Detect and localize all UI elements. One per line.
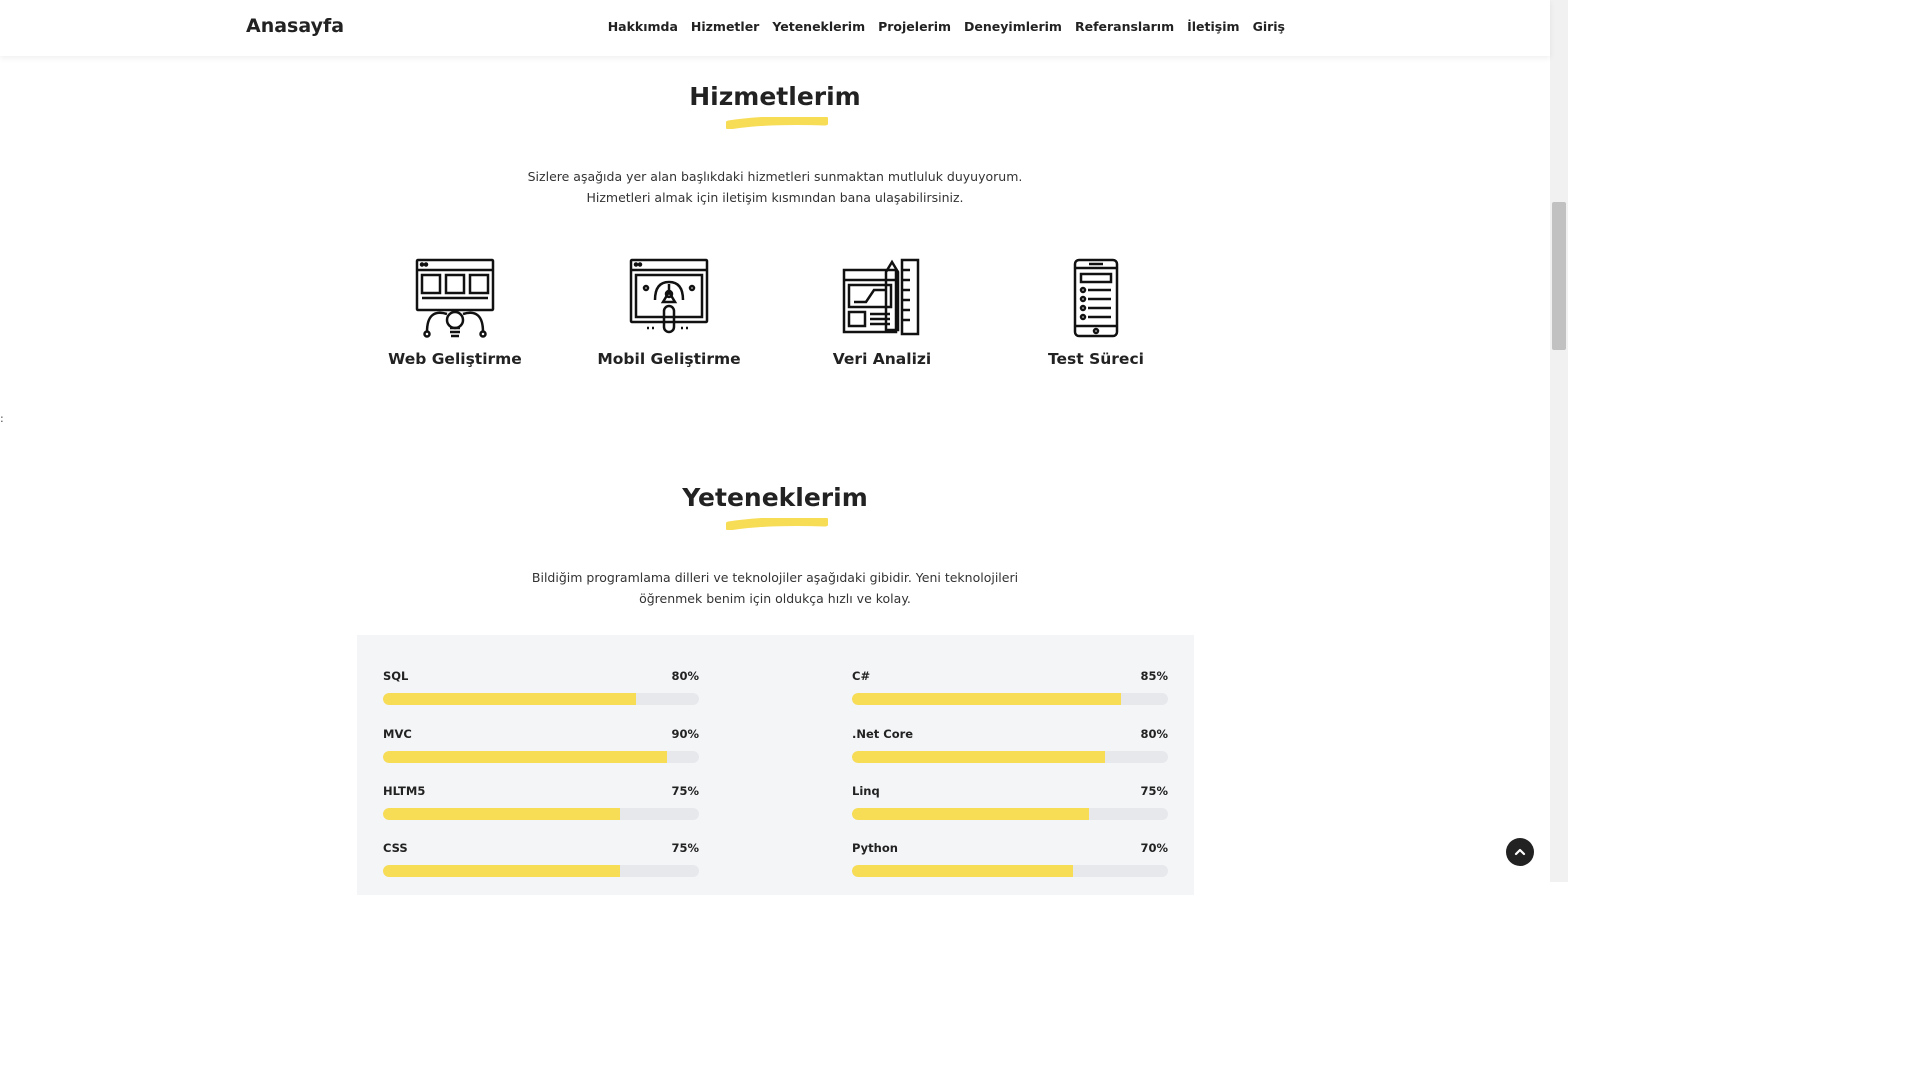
skill-progress-fill xyxy=(852,865,1074,877)
skill-progress-fill xyxy=(383,751,668,763)
test-process-icon xyxy=(1073,258,1119,338)
skill-html5: HLTM5 75% xyxy=(383,784,699,820)
nav-link-hizmetler[interactable]: Hizmetler xyxy=(691,19,759,34)
skill-name: HLTM5 xyxy=(383,784,426,798)
skills-title: Yeteneklerim xyxy=(682,483,868,512)
skill-name: CSS xyxy=(383,841,408,855)
skill-percent: 75% xyxy=(671,784,699,798)
skill-python: Python 70% xyxy=(852,841,1168,877)
chevron-up-icon xyxy=(1514,848,1526,856)
services-desc-line1: Sizlere aşağıda yer alan başlıkdaki hizm… xyxy=(527,169,1023,184)
skill-progress-track xyxy=(852,865,1168,877)
service-label-mobile: Mobil Geliştirme xyxy=(597,350,741,368)
skill-percent: 80% xyxy=(1140,727,1168,741)
service-label-test: Test Süreci xyxy=(1048,350,1144,368)
skill-name: C# xyxy=(852,669,871,683)
skills-desc-line1: Bildiğim programlama dilleri ve teknoloj… xyxy=(531,570,1019,585)
scrollbar-thumb[interactable] xyxy=(1552,202,1566,350)
skill-percent: 75% xyxy=(1140,784,1168,798)
skill-progress-track xyxy=(383,693,699,705)
service-test-process: Test Süreci xyxy=(1001,258,1191,368)
skill-linq: Linq 75% xyxy=(852,784,1168,820)
service-label-data: Veri Analizi xyxy=(832,350,932,368)
skill-progress-fill xyxy=(852,751,1105,763)
nav-links: Hakkımda Hizmetler Yeteneklerim Projeler… xyxy=(608,19,1285,34)
service-web-development: Web Geliştirme xyxy=(360,258,550,368)
skill-sql: SQL 80% xyxy=(383,669,699,705)
services-description: Sizlere aşağıda yer alan başlıkdaki hizm… xyxy=(0,166,1550,208)
skill-name: SQL xyxy=(383,669,409,683)
navbar: Anasayfa Hakkımda Hizmetler Yeteneklerim… xyxy=(0,0,1550,56)
skill-name: MVC xyxy=(383,727,412,741)
data-analysis-icon xyxy=(842,258,920,336)
back-to-top-button[interactable] xyxy=(1506,838,1534,866)
skill-csharp: C# 85% xyxy=(852,669,1168,705)
web-development-icon xyxy=(415,258,495,338)
nav-link-projelerim[interactable]: Projelerim xyxy=(878,19,951,34)
skills-description: Bildiğim programlama dilleri ve teknoloj… xyxy=(0,567,1550,609)
skill-percent: 90% xyxy=(671,727,699,741)
skill-name: Linq xyxy=(852,784,880,798)
nav-link-iletisim[interactable]: İletişim xyxy=(1187,19,1239,34)
skill-progress-fill xyxy=(852,808,1089,820)
brand-link[interactable]: Anasayfa xyxy=(246,15,344,37)
skill-progress-fill xyxy=(383,693,636,705)
skill-progress-track xyxy=(383,751,699,763)
nav-link-yeteneklerim[interactable]: Yeteneklerim xyxy=(772,19,865,34)
skills-title-underline xyxy=(726,518,828,530)
skill-mvc: MVC 90% xyxy=(383,727,699,763)
skill-progress-fill xyxy=(383,808,620,820)
skill-percent: 80% xyxy=(671,669,699,683)
skill-progress-track xyxy=(852,751,1168,763)
service-mobile-development: Mobil Geliştirme xyxy=(574,258,764,368)
page-scrollbar[interactable] xyxy=(1550,0,1568,882)
nav-link-referanslarim[interactable]: Referanslarım xyxy=(1075,19,1174,34)
skill-progress-fill xyxy=(383,865,620,877)
skill-netcore: .Net Core 80% xyxy=(852,727,1168,763)
skill-progress-track xyxy=(852,693,1168,705)
skills-desc-line2: öğrenmek benim için oldukça hızlı ve kol… xyxy=(639,591,911,606)
skill-percent: 75% xyxy=(671,841,699,855)
skill-progress-track xyxy=(852,808,1168,820)
services-desc-line2: Hizmetleri almak için iletişim kısmından… xyxy=(586,190,964,205)
nav-link-giris[interactable]: Giriş xyxy=(1253,19,1285,34)
mobile-development-icon xyxy=(629,258,709,334)
skill-css: CSS 75% xyxy=(383,841,699,877)
skill-name: Python xyxy=(852,841,898,855)
services-title: Hizmetlerim xyxy=(689,82,861,111)
services-title-underline xyxy=(726,117,828,129)
skill-name: .Net Core xyxy=(852,727,914,741)
skills-panel: SQL 80% C# 85% MVC 90% .Net Core 80% HLTM5 75… xyxy=(357,635,1194,895)
skill-progress-track xyxy=(383,808,699,820)
nav-link-hakkimda[interactable]: Hakkımda xyxy=(608,19,678,34)
skill-percent: 70% xyxy=(1140,841,1168,855)
stray-text: : xyxy=(0,412,4,425)
nav-link-deneyimlerim[interactable]: Deneyimlerim xyxy=(964,19,1062,34)
service-data-analysis: Veri Analizi xyxy=(787,258,977,368)
skill-progress-fill xyxy=(852,693,1121,705)
skill-percent: 85% xyxy=(1140,669,1168,683)
service-label-web: Web Geliştirme xyxy=(388,350,522,368)
skill-progress-track xyxy=(383,865,699,877)
